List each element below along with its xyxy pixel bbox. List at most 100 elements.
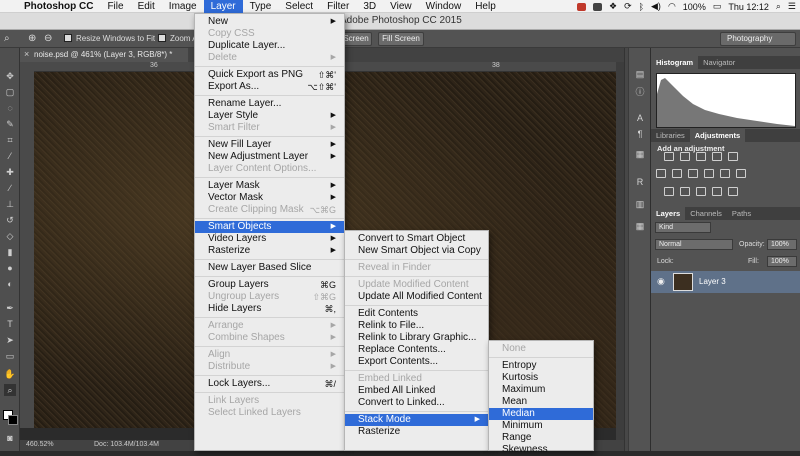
layer-menu-item-vector-mask[interactable]: Vector Mask ▶ [195, 192, 344, 204]
fill-field[interactable]: 100% [767, 256, 797, 267]
layer-menu-item-rename-layer[interactable]: Rename Layer... [195, 98, 344, 110]
layer-menu-item-hide-layers[interactable]: Hide Layers ⌘, [195, 303, 344, 315]
menu-edit[interactable]: Edit [131, 0, 162, 13]
background-color[interactable] [8, 415, 18, 425]
search-icon[interactable]: ⌕ [776, 1, 781, 12]
zoom-out-icon[interactable]: ⊖ [44, 33, 52, 44]
eraser-tool-icon[interactable]: ◇ [4, 230, 16, 242]
volume-icon[interactable]: ◀) [651, 1, 661, 12]
vibrance-icon[interactable] [728, 152, 738, 161]
stamp-tool-icon[interactable]: ⊥ [4, 198, 16, 210]
monitor-icon[interactable] [592, 2, 602, 11]
channel-mixer-icon[interactable] [720, 169, 730, 178]
layer-menu-item-new-layer-based-slice[interactable]: New Layer Based Slice [195, 262, 344, 274]
tab-adjustments[interactable]: Adjustments [689, 129, 746, 142]
color-balance-icon[interactable] [672, 169, 682, 178]
curves-icon[interactable] [696, 152, 706, 161]
layer-menu-item-duplicate-layer[interactable]: Duplicate Layer... [195, 40, 344, 52]
tab-layers[interactable]: Layers [651, 207, 686, 220]
workspace-select[interactable]: Photography [720, 32, 796, 46]
layer-filter-select[interactable]: Kind [655, 222, 711, 233]
tab-channels[interactable]: Channels [685, 207, 727, 220]
layer-menu-item-new-adjustment-layer[interactable]: New Adjustment Layer ▶ [195, 151, 344, 163]
camera-raw-icon[interactable]: R [634, 176, 646, 188]
wifi-icon[interactable]: ◠ [668, 1, 676, 12]
menu-filter[interactable]: Filter [320, 0, 356, 13]
layer-menu-item-export-as[interactable]: Export As... ⌥⇧⌘' [195, 81, 344, 93]
blur-tool-icon[interactable]: ● [4, 262, 16, 274]
dodge-tool-icon[interactable]: ◐ [4, 278, 16, 290]
exposure-icon[interactable] [712, 152, 722, 161]
brightness-icon[interactable] [664, 152, 674, 161]
smart-menu-item-update-all-modified-content[interactable]: Update All Modified Content [345, 291, 488, 303]
history-brush-icon[interactable]: ↺ [4, 214, 16, 226]
layer-menu-item-new[interactable]: New ▶ [195, 16, 344, 28]
brush-tool-icon[interactable]: ∕ [4, 182, 16, 194]
smart-menu-item-stack-mode[interactable]: Stack Mode ▶ [345, 414, 488, 426]
smart-menu-item-relink-to-library-graphic[interactable]: Relink to Library Graphic... [345, 332, 488, 344]
photo-filter-icon[interactable] [704, 169, 714, 178]
selective-color-icon[interactable] [712, 187, 722, 196]
healing-brush-icon[interactable]: ✚ [4, 166, 16, 178]
battery-icon[interactable]: ▭ [713, 1, 722, 12]
gradient-tool-icon[interactable]: ▮ [4, 246, 16, 258]
smart-menu-item-relink-to-file[interactable]: Relink to File... [345, 320, 488, 332]
stack-menu-item-skewness[interactable]: Skewness [489, 444, 593, 456]
smart-menu-item-replace-contents[interactable]: Replace Contents... [345, 344, 488, 356]
close-tab-icon[interactable]: × [24, 49, 29, 59]
type-tool-icon[interactable]: T [4, 318, 16, 330]
menu-view[interactable]: View [383, 0, 419, 13]
layer-menu-item-layer-mask[interactable]: Layer Mask ▶ [195, 180, 344, 192]
smart-menu-item-convert-to-linked[interactable]: Convert to Linked... [345, 397, 488, 409]
blend-mode-select[interactable]: Normal [655, 239, 733, 250]
color-lookup-icon[interactable] [736, 169, 746, 178]
vertical-scrollbar[interactable] [616, 62, 624, 440]
smart-menu-item-embed-all-linked[interactable]: Embed All Linked [345, 385, 488, 397]
color-panel-icon[interactable]: ▦ [634, 148, 646, 160]
character-panel-icon[interactable]: A [634, 112, 646, 124]
zoom-tool-icon[interactable]: ⌕ [4, 33, 10, 44]
path-select-icon[interactable]: ➤ [4, 334, 16, 346]
stack-menu-item-range[interactable]: Range [489, 432, 593, 444]
menu-type[interactable]: Type [243, 0, 279, 13]
smart-menu-item-rasterize[interactable]: Rasterize [345, 426, 488, 438]
opacity-field[interactable]: 100% [767, 239, 797, 250]
menu-image[interactable]: Image [162, 0, 204, 13]
hand-tool-icon[interactable]: ✋ [4, 368, 16, 380]
layer-menu-item-layer-style[interactable]: Layer Style ▶ [195, 110, 344, 122]
move-tool-icon[interactable]: ✥ [4, 70, 16, 82]
sync-icon[interactable]: ⟳ [624, 1, 632, 12]
stack-menu-item-entropy[interactable]: Entropy [489, 360, 593, 372]
menu-file[interactable]: File [100, 0, 130, 13]
crop-tool-icon[interactable]: ⌗ [4, 134, 16, 146]
list-icon[interactable]: ☰ [788, 1, 796, 12]
fill-screen-button[interactable]: Fill Screen [378, 32, 424, 46]
zoom-tool-icon[interactable]: ⌕ [4, 384, 16, 396]
paragraph-panel-icon[interactable]: ¶ [634, 128, 646, 140]
record-icon[interactable] [576, 2, 586, 11]
levels-icon[interactable] [680, 152, 690, 161]
document-tab[interactable]: noise.psd @ 461% (Layer 3, RGB/8*) * [20, 48, 188, 62]
layer-menu-item-rasterize[interactable]: Rasterize ▶ [195, 245, 344, 257]
layer-menu-item-group-layers[interactable]: Group Layers ⌘G [195, 279, 344, 291]
layer-row[interactable]: ◉ Layer 3 [651, 271, 800, 293]
stack-menu-item-mean[interactable]: Mean [489, 396, 593, 408]
lasso-tool-icon[interactable]: ◌ [4, 102, 16, 114]
stack-menu-item-median[interactable]: Median [489, 408, 593, 420]
marquee-tool-icon[interactable]: ▢ [4, 86, 16, 98]
eyedropper-icon[interactable]: ⁄ [4, 150, 16, 162]
menu-window[interactable]: Window [419, 0, 469, 13]
pen-tool-icon[interactable]: ✒ [4, 302, 16, 314]
menu-select[interactable]: Select [278, 0, 320, 13]
menu-app-photoshop[interactable]: Photoshop CC [22, 0, 100, 13]
smart-menu-item-edit-contents[interactable]: Edit Contents [345, 308, 488, 320]
resize-windows-checkbox[interactable] [64, 34, 72, 42]
tab-libraries[interactable]: Libraries [651, 129, 690, 142]
menu-3d[interactable]: 3D [356, 0, 383, 13]
layer-menu-item-new-fill-layer[interactable]: New Fill Layer ▶ [195, 139, 344, 151]
history-panel-icon[interactable]: ▤ [634, 68, 646, 80]
invert-icon[interactable] [664, 187, 674, 196]
hue-saturation-icon[interactable] [656, 169, 666, 178]
stack-menu-item-maximum[interactable]: Maximum [489, 384, 593, 396]
bluetooth-icon[interactable]: ᛒ [639, 2, 644, 12]
